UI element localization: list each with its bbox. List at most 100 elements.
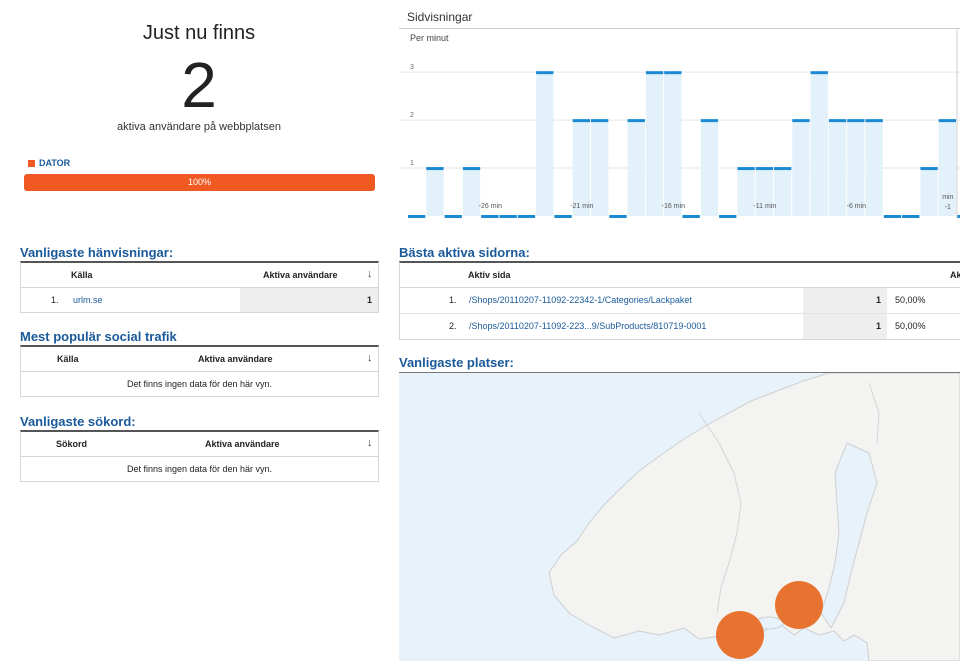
chart-bar-top [517,215,536,218]
chart-bar [792,120,810,216]
social-title: Mest populär social trafik [20,329,177,344]
chart-bar-top [572,119,590,123]
chart-bar-top [627,119,645,123]
referrals-table-header: Källa Aktiva användare ↓ [21,263,378,288]
page-users-value: 1 [876,295,882,305]
social-table: Källa Aktiva användare ↓ Det finns ingen… [20,345,379,397]
chart-bar-top [536,71,554,75]
chart-bar-top [554,215,572,218]
col-header-active-users[interactable]: Ak [950,270,960,280]
chart-bar-top [682,215,700,218]
active-now-title: Just nu finns [142,22,256,44]
chart-x-tick: -21 min [570,203,593,210]
chart-bar-top [700,119,719,123]
device-label: DATOR [39,158,71,168]
page-users-percent: 50,00% [895,321,926,331]
location-marker[interactable] [775,581,823,629]
chart-y-tick: 3 [410,64,414,71]
chart-bar-top [408,215,426,218]
sort-down-icon[interactable]: ↓ [367,437,373,449]
keywords-table-header: Sökord Aktiva användare ↓ [21,432,378,457]
chart-x-tick: -16 min [662,203,685,210]
chart-bar-top [902,215,920,218]
active-users-count: 2 [181,49,217,121]
referrals-title: Vanligaste hänvisningar: [20,245,174,260]
locations-title: Vanligaste platser: [399,355,514,370]
device-legend: DATOR [28,158,70,168]
chart-bar [737,168,755,216]
pageviews-title: Sidvisningar [407,10,473,24]
social-table-header: Källa Aktiva användare ↓ [21,347,378,372]
chart-bar [645,72,664,216]
chart-bar-top [755,167,773,171]
row-index: 2. [449,321,457,331]
chart-bar-top [883,215,902,218]
col-header-source[interactable]: Källa [71,270,93,280]
chart-bar [774,168,792,216]
chart-bar-top [938,119,956,123]
chart-bar [938,120,956,216]
chart-bar-top [444,215,462,218]
pageviews-chart-svg: Per minut 1 2 3 -26 min -21 min -16 min -11 min… [399,29,960,219]
col-header-source[interactable]: Källa [57,354,79,364]
device-share-bar: 100% [24,174,375,191]
chart-bar-top [737,167,755,171]
chart-bar [426,168,444,216]
col-header-active-users[interactable]: Aktiva användare [263,270,338,280]
pageviews-chart: Per minut 1 2 3 -26 min -21 min -16 min -11 min… [399,28,960,219]
row-index: 1. [449,295,457,305]
col-header-active-page[interactable]: Aktiv sida [468,270,511,280]
chart-bar-top [920,167,938,171]
top-pages-table-header: Aktiv sida Ak [400,263,960,288]
keywords-empty-message: Det finns ingen data för den här vyn. [126,464,273,474]
page-users-value: 1 [876,321,882,331]
chart-bar [847,120,865,216]
chart-bar-top [591,119,609,123]
referral-users-value: 1 [366,295,372,305]
device-color-swatch [28,159,35,167]
locations-map[interactable] [399,372,960,661]
chart-bar [536,72,554,216]
chart-x-tick: -11 min [753,203,776,210]
chart-bar [572,120,590,216]
chart-bar-top [865,119,883,123]
page-path-link[interactable]: /Shops/20110207-11092-22342-1/Categories… [469,295,692,305]
chart-bar-top [664,71,682,75]
active-users-description: aktiva användare på webbplatsen [117,121,281,133]
keywords-table: Sökord Aktiva användare ↓ Det finns inge… [20,430,379,482]
col-header-active-users[interactable]: Aktiva användare [205,439,280,449]
referral-source-link[interactable]: urlm.se [73,295,103,305]
location-marker[interactable] [716,611,764,659]
chart-bar [591,120,609,216]
top-pages-title: Bästa aktiva sidorna: [399,245,530,260]
chart-y-tick: 1 [410,160,414,167]
col-header-keyword[interactable]: Sökord [56,439,87,449]
chart-bar [462,168,481,216]
chart-bar-top [847,119,865,123]
chart-bar [700,120,719,216]
chart-bar [920,168,938,216]
chart-bar-top [645,71,664,75]
chart-x-tick: -1 [945,204,951,211]
table-row: 2. /Shops/20110207-11092-223...9/SubProd… [400,314,960,339]
sort-down-icon[interactable]: ↓ [367,352,373,364]
referrals-table: Källa Aktiva användare ↓ 1. urlm.se 1 [20,261,379,313]
page-users-percent: 50,00% [895,295,926,305]
chart-bar [810,72,828,216]
chart-bar-top [499,215,517,218]
chart-bar-top [792,119,810,123]
chart-bar [865,120,883,216]
chart-x-tick: -26 min [479,203,502,210]
page-path-link[interactable]: /Shops/20110207-11092-223...9/SubProduct… [469,321,706,331]
sort-down-icon[interactable]: ↓ [367,268,373,280]
table-row: 1. urlm.se 1 [21,288,378,312]
chart-bar-top [774,167,792,171]
social-empty-message: Det finns ingen data för den här vyn. [126,379,273,389]
chart-bar-top [810,71,828,75]
chart-bar [627,120,645,216]
col-header-active-users[interactable]: Aktiva användare [198,354,273,364]
map-svg [548,373,960,661]
chart-y-tick: 2 [410,112,414,119]
chart-x-tick: min [942,194,953,201]
chart-bar-top [828,119,847,123]
